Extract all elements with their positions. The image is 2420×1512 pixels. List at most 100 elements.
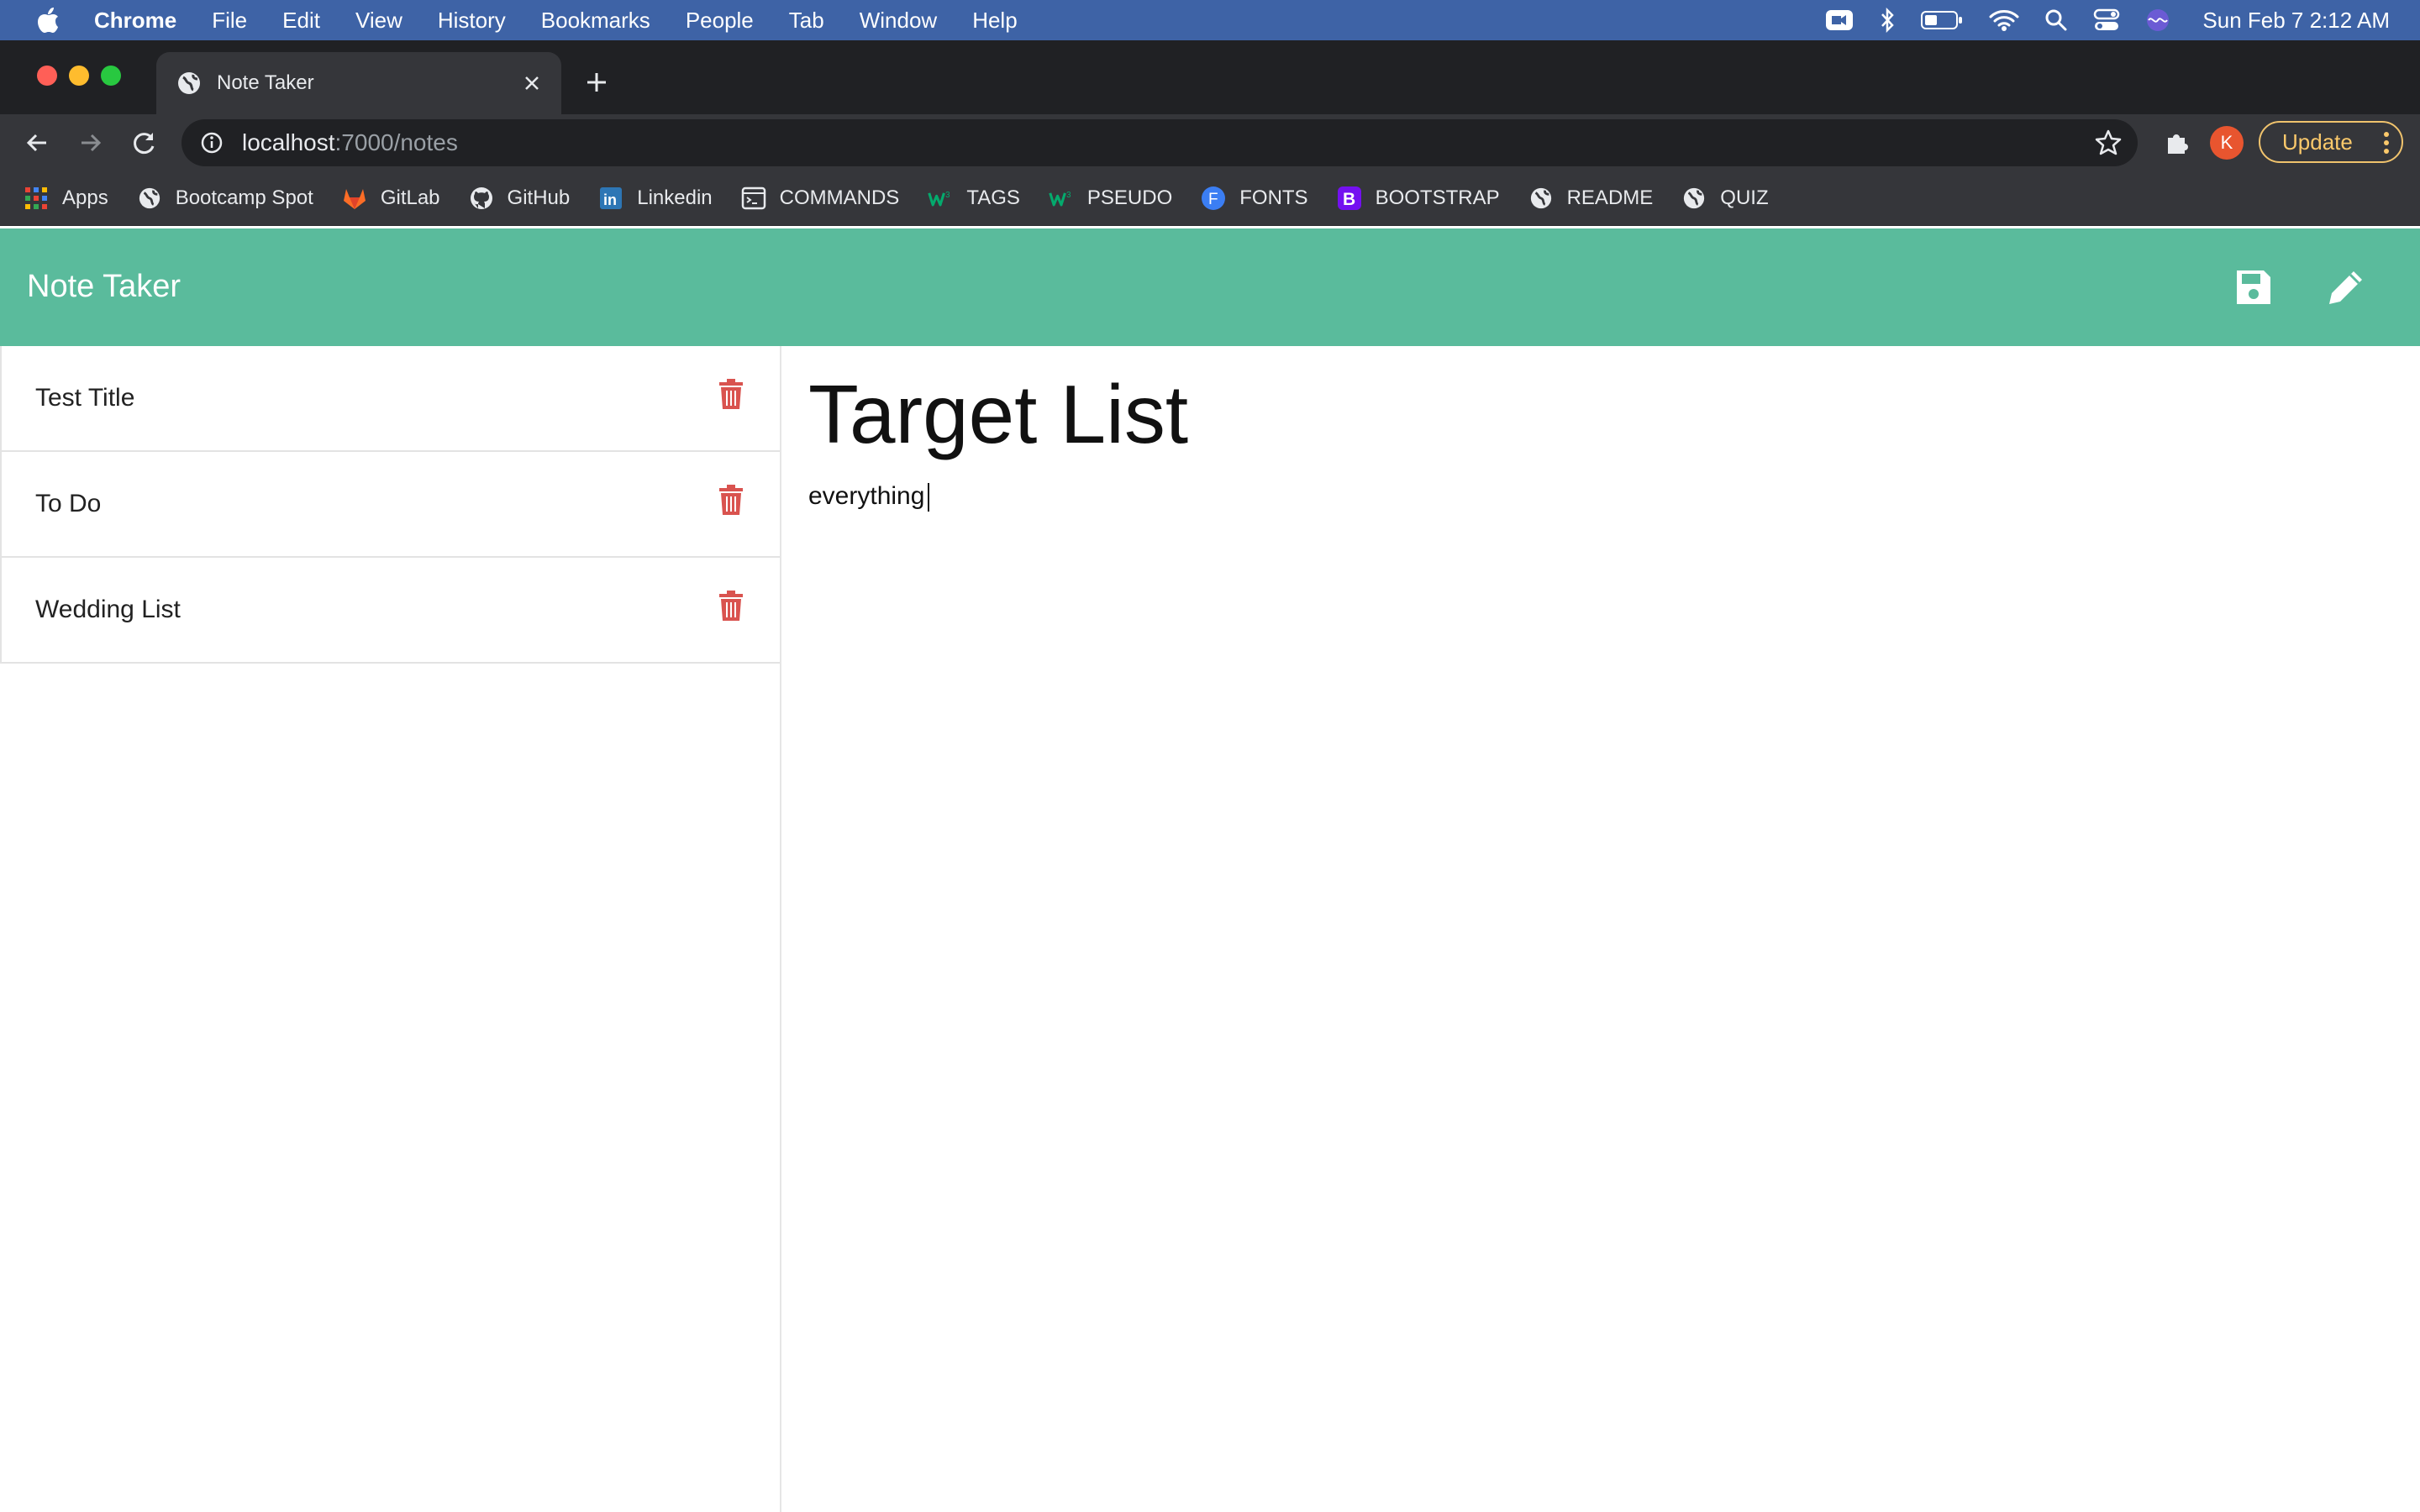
bookmark-linkedin[interactable]: in Linkedin xyxy=(598,186,713,211)
macos-menu-bar: Chrome File Edit View History Bookmarks … xyxy=(0,0,2420,40)
forward-arrow-icon[interactable] xyxy=(72,124,109,161)
menu-edit[interactable]: Edit xyxy=(282,8,320,34)
bookmark-readme[interactable]: README xyxy=(1528,186,1653,211)
svg-text:in: in xyxy=(603,192,617,208)
delete-trash-icon[interactable] xyxy=(714,586,748,625)
menu-file[interactable]: File xyxy=(212,8,247,34)
menu-bookmarks[interactable]: Bookmarks xyxy=(541,8,650,34)
globe-icon xyxy=(1528,186,1554,211)
note-textarea[interactable]: everything xyxy=(808,482,2388,512)
bootstrap-icon: B xyxy=(1337,186,1362,211)
globe-icon xyxy=(1681,186,1707,211)
bookmark-label: GitHub xyxy=(507,186,571,209)
bookmark-label: QUIZ xyxy=(1720,186,1769,209)
spotlight-icon[interactable] xyxy=(2044,8,2068,32)
window-minimize-button[interactable] xyxy=(69,66,89,86)
note-list-title[interactable]: Wedding List xyxy=(35,596,181,624)
site-info-icon[interactable] xyxy=(200,131,224,155)
tab-close-icon[interactable] xyxy=(518,69,546,97)
menu-bar-status-area: Sun Feb 7 2:12 AM xyxy=(1799,0,2390,40)
bookmark-commands[interactable]: COMMANDS xyxy=(741,186,900,211)
menu-app-name[interactable]: Chrome xyxy=(94,8,176,34)
reload-icon[interactable] xyxy=(126,124,163,161)
window-close-button[interactable] xyxy=(37,66,57,86)
update-button[interactable]: Update xyxy=(2259,121,2403,163)
bookmark-quiz[interactable]: QUIZ xyxy=(1681,186,1769,211)
svg-text:B: B xyxy=(1343,190,1355,209)
app-brand[interactable]: Note Taker xyxy=(27,269,181,305)
apple-logo-icon[interactable] xyxy=(34,6,62,34)
extensions-puzzle-icon[interactable] xyxy=(2158,124,2195,161)
delete-trash-icon[interactable] xyxy=(714,375,748,413)
more-menu-icon[interactable] xyxy=(2383,131,2390,160)
w3-icon: 3 xyxy=(1049,186,1074,211)
save-note-icon[interactable] xyxy=(2228,262,2279,312)
apps-grid-icon xyxy=(24,186,49,211)
gitlab-icon xyxy=(342,186,367,211)
control-center-icon[interactable] xyxy=(2093,8,2120,32)
bluetooth-icon[interactable] xyxy=(1880,8,1895,33)
github-icon xyxy=(469,186,494,211)
bookmark-label: TAGS xyxy=(966,186,1020,209)
browser-toolbar: localhost:7000/notes K Update xyxy=(0,114,2420,171)
bookmark-label: COMMANDS xyxy=(779,186,900,209)
bookmark-star-icon[interactable] xyxy=(2094,128,2123,156)
update-button-label: Update xyxy=(2282,129,2353,155)
globe-icon xyxy=(137,186,162,211)
bookmark-label: Bootcamp Spot xyxy=(175,186,313,209)
browser-tab-active[interactable]: Note Taker xyxy=(156,52,561,114)
url-path: :7000/notes xyxy=(334,129,458,155)
note-list-title[interactable]: Test Title xyxy=(35,384,134,412)
bookmark-tags[interactable]: 3 TAGS xyxy=(928,186,1020,211)
bookmark-pseudo[interactable]: 3 PSEUDO xyxy=(1049,186,1172,211)
browser-tab-strip: Note Taker xyxy=(0,40,2420,114)
bookmark-fonts[interactable]: F FONTS xyxy=(1201,186,1308,211)
wifi-icon[interactable] xyxy=(1989,8,2019,32)
bookmark-apps[interactable]: Apps xyxy=(24,186,108,211)
menu-bar-clock[interactable]: Sun Feb 7 2:12 AM xyxy=(2202,8,2390,34)
bookmark-label: GitLab xyxy=(380,186,440,209)
menu-tab[interactable]: Tab xyxy=(789,8,824,34)
bookmark-bootstrap[interactable]: B BOOTSTRAP xyxy=(1337,186,1500,211)
back-arrow-icon[interactable] xyxy=(18,124,55,161)
terminal-icon xyxy=(741,186,766,211)
text-caret xyxy=(928,482,930,512)
linkedin-icon: in xyxy=(598,186,623,211)
menu-help[interactable]: Help xyxy=(972,8,1017,34)
bookmark-label: Linkedin xyxy=(637,186,713,209)
bookmark-label: PSEUDO xyxy=(1086,186,1173,209)
svg-text:3: 3 xyxy=(945,191,950,200)
bookmarks-bar: Apps Bootcamp Spot GitLab GitHub in Link… xyxy=(0,171,2420,226)
svg-text:3: 3 xyxy=(1066,191,1071,200)
tab-title: Note Taker xyxy=(217,71,314,94)
svg-text:F: F xyxy=(1208,191,1218,208)
fonts-f-icon: F xyxy=(1201,186,1226,211)
bookmark-label: Apps xyxy=(62,186,108,209)
notes-list: Test Title To Do Wedding List xyxy=(0,346,781,1512)
menu-view[interactable]: View xyxy=(355,8,402,34)
note-list-title[interactable]: To Do xyxy=(35,490,101,518)
note-list-item[interactable]: Wedding List xyxy=(0,558,780,664)
bookmark-gitlab[interactable]: GitLab xyxy=(342,186,440,211)
bookmark-github[interactable]: GitHub xyxy=(469,186,571,211)
battery-icon[interactable] xyxy=(1920,9,1964,31)
note-editor: Target List everything xyxy=(808,346,2388,512)
profile-avatar[interactable]: K xyxy=(2210,126,2244,160)
siri-icon[interactable] xyxy=(2145,8,2170,33)
note-body-text: everything xyxy=(808,481,925,510)
zoom-icon[interactable] xyxy=(1824,8,1854,33)
menu-window[interactable]: Window xyxy=(860,8,937,34)
window-fullscreen-button[interactable] xyxy=(101,66,121,86)
note-title-input[interactable]: Target List xyxy=(808,369,2388,460)
note-list-item[interactable]: Test Title xyxy=(0,346,780,452)
address-bar[interactable]: localhost:7000/notes xyxy=(182,119,2138,166)
w3-icon: 3 xyxy=(928,186,953,211)
new-note-pencil-icon[interactable] xyxy=(2321,262,2371,312)
note-list-item[interactable]: To Do xyxy=(0,452,780,558)
new-tab-plus-icon[interactable] xyxy=(580,66,613,99)
menu-history[interactable]: History xyxy=(438,8,506,34)
menu-people[interactable]: People xyxy=(686,8,754,34)
delete-trash-icon[interactable] xyxy=(714,480,748,519)
bookmark-bootcamp-spot[interactable]: Bootcamp Spot xyxy=(137,186,313,211)
app-navbar: Note Taker xyxy=(0,228,2420,346)
